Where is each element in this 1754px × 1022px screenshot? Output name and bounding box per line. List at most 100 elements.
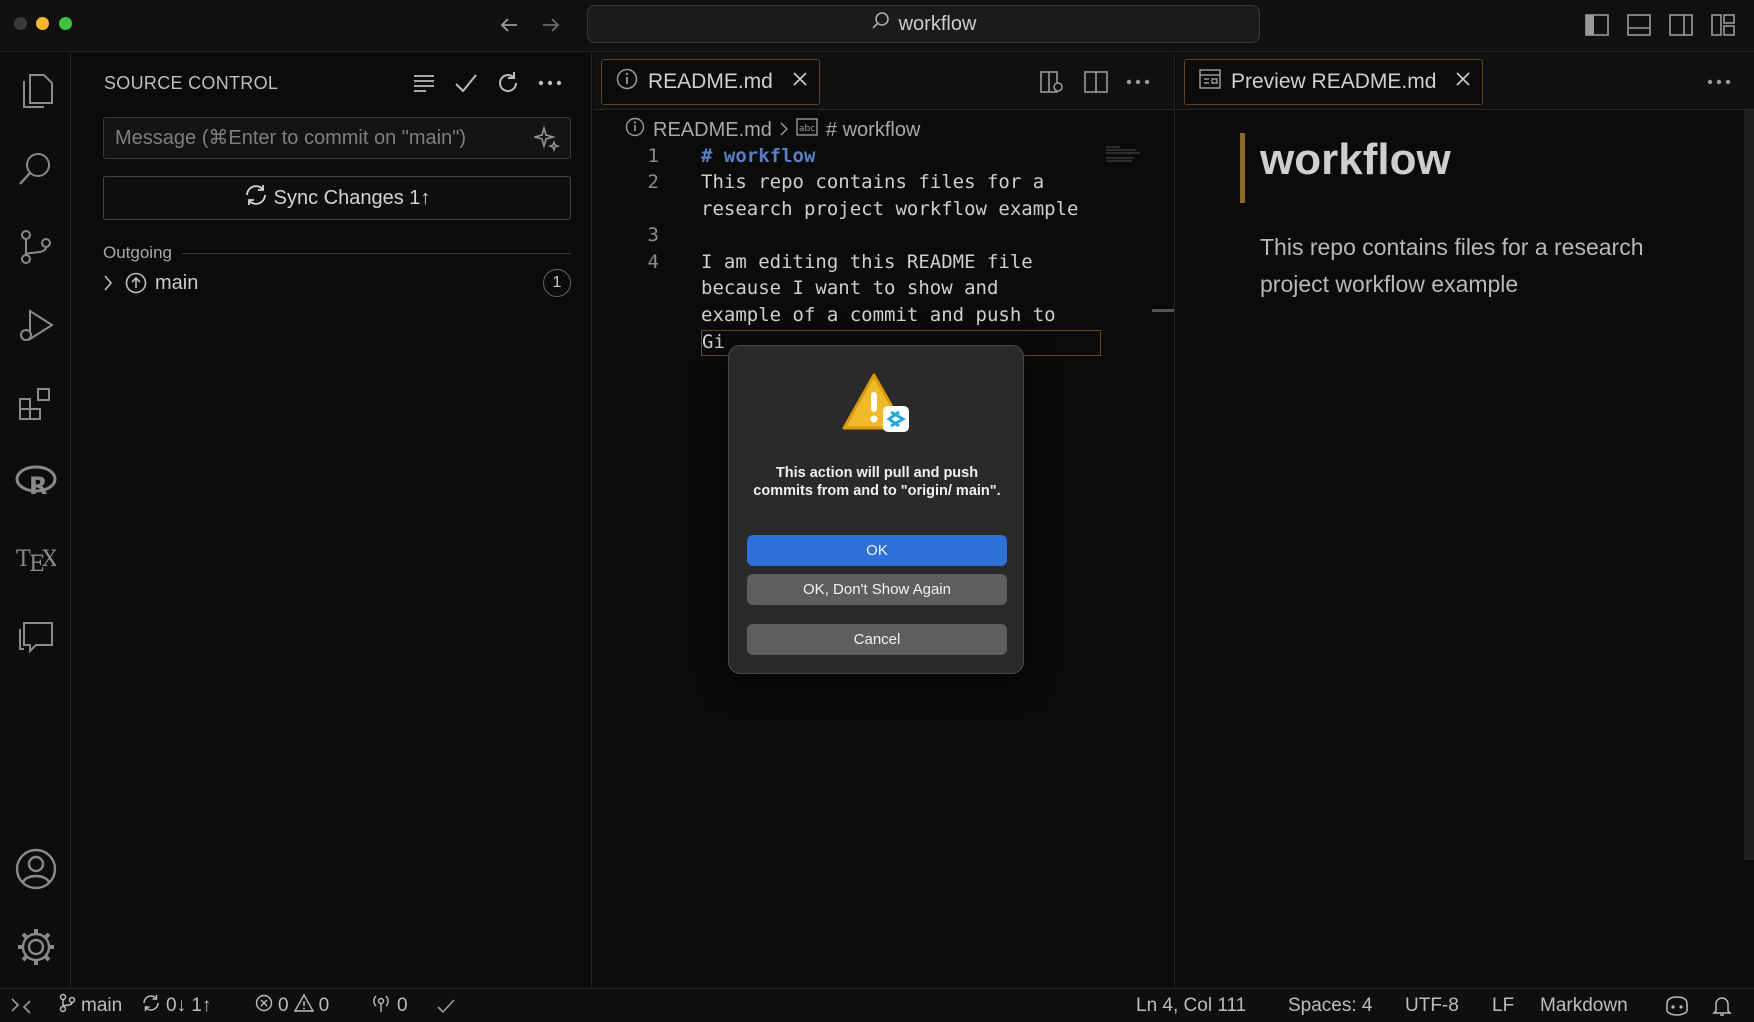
outgoing-branch-row[interactable]: main 1: [97, 267, 573, 299]
eol-status[interactable]: LF: [1492, 995, 1514, 1017]
run-debug-icon[interactable]: [8, 297, 64, 353]
string-symbol-icon: abc: [796, 118, 818, 142]
branch-label: main: [81, 994, 123, 1016]
preview-more-actions-icon[interactable]: [1702, 65, 1736, 99]
sync-icon: [244, 183, 268, 213]
search-icon[interactable]: [8, 141, 64, 197]
preview-icon: [1199, 69, 1221, 95]
sync-status[interactable]: 0↓ 1↑: [141, 993, 211, 1019]
chevron-right-icon[interactable]: [97, 274, 119, 292]
forward-arrow-icon[interactable]: [536, 10, 566, 40]
minimap[interactable]: [1106, 145, 1146, 165]
remote-indicator-icon[interactable]: [10, 997, 32, 1015]
split-editor-icon[interactable]: [1079, 65, 1113, 99]
sync-changes-button[interactable]: Sync Changes 1↑: [103, 176, 571, 220]
sync-counts: 0↓ 1↑: [166, 994, 212, 1016]
ports-status[interactable]: 0: [370, 993, 408, 1019]
problems-status[interactable]: 0 0: [255, 993, 329, 1018]
language-mode[interactable]: Markdown: [1540, 995, 1628, 1017]
settings-gear-icon[interactable]: [8, 919, 64, 975]
branch-status[interactable]: main: [58, 993, 122, 1019]
code-line: This repo contains files for a: [701, 171, 1045, 193]
preview-heading-marker: [1240, 133, 1245, 203]
chat-icon[interactable]: [8, 609, 64, 665]
git-branch-icon: [58, 993, 76, 1019]
tab-readme[interactable]: README.md: [601, 59, 820, 105]
code-line-wrap: because I want to show and: [701, 277, 999, 299]
generate-commit-message-sparkle-icon[interactable]: [532, 125, 561, 153]
breadcrumb-file[interactable]: README.md: [653, 119, 772, 142]
editor-tab-bar: README.md: [593, 53, 1174, 110]
commit-checkmark-icon[interactable]: [449, 66, 483, 100]
cancel-button[interactable]: Cancel: [747, 624, 1007, 655]
search-icon: [871, 11, 891, 37]
close-tab-icon[interactable]: [1454, 70, 1472, 94]
activity-bar: R TEX: [0, 53, 71, 988]
code-line: # workflow: [701, 145, 816, 167]
branch-name: main: [155, 271, 199, 294]
maximize-window-button[interactable]: [59, 17, 72, 30]
close-tab-icon[interactable]: [791, 70, 809, 94]
warning-vscode-icon: [841, 372, 911, 441]
command-center-text: workflow: [898, 12, 977, 35]
code-line-wrap: example of a commit and push to: [701, 304, 1056, 326]
preview-tab-bar: Preview README.md: [1176, 53, 1754, 110]
extensions-icon[interactable]: [8, 375, 64, 431]
accounts-icon[interactable]: [8, 841, 64, 897]
close-window-button[interactable]: [14, 17, 27, 30]
copilot-icon[interactable]: [1664, 995, 1690, 1016]
broadcast-icon: [370, 993, 392, 1019]
tab-preview-readme[interactable]: Preview README.md: [1184, 59, 1484, 105]
open-preview-to-side-icon[interactable]: [1035, 65, 1069, 99]
tab-preview-label: Preview README.md: [1231, 70, 1437, 93]
encoding-status[interactable]: UTF-8: [1405, 995, 1459, 1017]
ok-dont-show-again-button[interactable]: OK, Don't Show Again: [747, 574, 1007, 605]
editor-group-preview: Preview README.md workflow This repo con…: [1176, 53, 1754, 988]
sync-confirmation-dialog: This action will pull and push commits f…: [728, 345, 1024, 674]
status-bar: main 0↓ 1↑ 0 0 0 Ln 4, Col 111 Spaces: 4…: [0, 988, 1754, 1022]
preview-scrollbar[interactable]: [1744, 110, 1754, 860]
outgoing-label: Outgoing: [103, 243, 172, 262]
dialog-message: This action will pull and push commits f…: [753, 465, 1001, 499]
commit-message-box: [103, 117, 571, 159]
error-icon: [255, 994, 273, 1018]
line-number: 4: [647, 251, 659, 273]
svg-text:R: R: [29, 472, 47, 498]
toggle-secondary-sidebar-icon[interactable]: [1666, 10, 1696, 40]
refresh-icon[interactable]: [491, 66, 525, 100]
customize-layout-icon[interactable]: [1708, 10, 1738, 40]
source-control-sidebar: SOURCE CONTROL Sync Changes 1↑ Outgoing …: [71, 53, 592, 988]
outgoing-section-header[interactable]: Outgoing: [103, 241, 571, 265]
warning-icon: [293, 993, 314, 1018]
toggle-primary-sidebar-icon[interactable]: [1582, 10, 1612, 40]
commit-message-input[interactable]: [104, 118, 524, 158]
minimize-window-button[interactable]: [36, 17, 49, 30]
more-actions-icon[interactable]: [533, 66, 567, 100]
svg-text:X: X: [42, 547, 56, 572]
chevron-right-icon: [780, 119, 788, 142]
info-icon: [625, 117, 645, 143]
line-number: 2: [647, 171, 659, 193]
breadcrumb-heading[interactable]: # workflow: [826, 119, 920, 142]
preview-paragraph: This repo contains files for a research …: [1260, 234, 1644, 297]
explorer-icon[interactable]: [8, 63, 64, 119]
source-control-icon[interactable]: [8, 219, 64, 275]
preview-heading: workflow: [1260, 135, 1451, 184]
breadcrumb: README.md abc # workflow: [625, 115, 920, 145]
indentation-status[interactable]: Spaces: 4: [1288, 995, 1373, 1017]
notifications-bell-icon[interactable]: [1712, 995, 1732, 1017]
code-line-wrap: research project workflow example: [701, 198, 1079, 220]
check-icon[interactable]: [436, 998, 456, 1014]
back-arrow-icon[interactable]: [494, 10, 524, 40]
cursor-position[interactable]: Ln 4, Col 111: [1136, 995, 1246, 1017]
tab-readme-label: README.md: [648, 70, 773, 93]
sync-icon: [141, 993, 161, 1019]
tex-icon[interactable]: TEX: [8, 531, 64, 587]
ok-button[interactable]: OK: [747, 535, 1007, 566]
r-language-icon[interactable]: R: [8, 453, 64, 509]
toggle-panel-icon[interactable]: [1624, 10, 1654, 40]
view-as-tree-icon[interactable]: [407, 66, 441, 100]
command-center-search[interactable]: workflow: [587, 5, 1260, 43]
editor-more-actions-icon[interactable]: [1121, 65, 1155, 99]
ports-count: 0: [397, 994, 408, 1016]
